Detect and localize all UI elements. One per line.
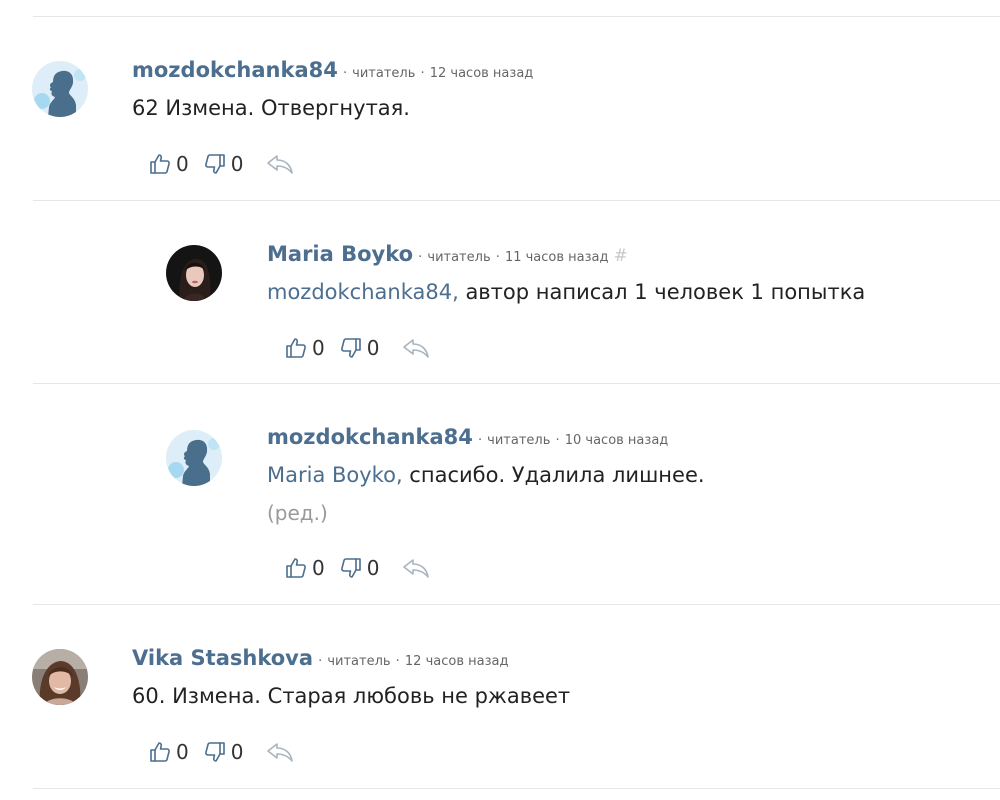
permalink-hash[interactable]: # xyxy=(614,246,628,266)
author-name[interactable]: mozdokchanka84 xyxy=(132,58,338,82)
reply-button[interactable] xyxy=(265,740,295,764)
avatar[interactable] xyxy=(166,245,222,301)
like-count: 0 xyxy=(176,152,189,176)
thumbs-down-icon xyxy=(204,742,225,762)
mention-link[interactable]: Maria Boyko, xyxy=(267,463,403,487)
like-count: 0 xyxy=(312,556,325,580)
avatar[interactable] xyxy=(32,649,88,705)
avatar[interactable] xyxy=(166,430,222,486)
comment: mozdokchanka84 · читатель · 12 часов наз… xyxy=(0,0,1000,200)
edited-label: (ред.) xyxy=(267,501,328,525)
comment-time[interactable]: 10 часов назад xyxy=(565,433,669,448)
comment-text: mozdokchanka84, автор написал 1 человек … xyxy=(267,282,865,303)
author-name[interactable]: mozdokchanka84 xyxy=(267,425,473,449)
dislike-count: 0 xyxy=(366,556,380,580)
reply-button[interactable] xyxy=(401,556,431,580)
separator: · xyxy=(418,250,423,265)
comment-time[interactable]: 12 часов назад xyxy=(430,66,534,81)
separator: · xyxy=(342,66,348,81)
reply-button[interactable] xyxy=(265,152,295,176)
comment-reply: mozdokchanka84 · читатель · 10 часов наз… xyxy=(0,383,1000,604)
separator: · xyxy=(395,654,400,669)
separator: · xyxy=(555,433,560,448)
like-count: 0 xyxy=(312,336,325,360)
dislike-count: 0 xyxy=(230,740,244,764)
reply-icon xyxy=(403,339,430,358)
comment-time[interactable]: 11 часов назад xyxy=(505,250,609,265)
author-role: читатель xyxy=(487,433,551,448)
like-button[interactable]: 0 xyxy=(284,556,325,580)
like-button[interactable]: 0 xyxy=(284,336,325,360)
avatar[interactable] xyxy=(32,61,88,117)
mention-link[interactable]: mozdokchanka84, xyxy=(267,280,459,304)
reply-icon xyxy=(267,155,294,174)
comment-body: автор написал 1 человек 1 попытка xyxy=(458,280,866,304)
thumbs-up-icon xyxy=(150,742,170,762)
thumbs-up-icon xyxy=(150,154,170,174)
separator: · xyxy=(477,433,483,448)
comment-text: 62 Измена. Отвергнутая. xyxy=(132,98,410,119)
dislike-count: 0 xyxy=(230,152,244,176)
like-button[interactable]: 0 xyxy=(148,152,189,176)
reply-icon xyxy=(403,559,430,578)
divider xyxy=(33,788,1000,789)
dislike-button[interactable]: 0 xyxy=(203,740,244,764)
thumbs-up-icon xyxy=(286,338,306,358)
thumbs-down-icon xyxy=(204,154,225,174)
comment-time[interactable]: 12 часов назад xyxy=(405,654,509,669)
thumbs-up-icon xyxy=(286,558,306,578)
author-role: читатель xyxy=(427,250,491,265)
dislike-button[interactable]: 0 xyxy=(203,152,244,176)
separator: · xyxy=(318,654,323,669)
author-name[interactable]: Vika Stashkova xyxy=(132,646,313,670)
dislike-button[interactable]: 0 xyxy=(339,336,380,360)
like-button[interactable]: 0 xyxy=(148,740,189,764)
comment-body: спасибо. Удалила лишнее. xyxy=(402,463,705,487)
comment-text: 60. Измена. Старая любовь не ржавеет xyxy=(132,686,570,707)
comment-reply: Maria Boyko · читатель · 11 часов назад … xyxy=(0,200,1000,383)
comment-text: Maria Boyko, спасибо. Удалила лишнее. xyxy=(267,465,705,486)
dislike-button[interactable]: 0 xyxy=(339,556,380,580)
comment-body: 60. Измена. Старая любовь не ржавеет xyxy=(132,684,571,708)
separator: · xyxy=(495,250,500,265)
dislike-count: 0 xyxy=(366,336,380,360)
reply-icon xyxy=(267,743,294,762)
comment-body: 62 Измена. Отвергнутая. xyxy=(132,96,410,120)
author-role: читатель xyxy=(327,654,391,669)
author-name[interactable]: Maria Boyko xyxy=(267,242,413,266)
thumbs-down-icon xyxy=(340,558,361,578)
comment: Vika Stashkova · читатель · 12 часов наз… xyxy=(0,604,1000,788)
reply-button[interactable] xyxy=(401,336,431,360)
author-role: читатель xyxy=(352,66,416,81)
separator: · xyxy=(420,66,425,81)
thumbs-down-icon xyxy=(340,338,361,358)
like-count: 0 xyxy=(176,740,189,764)
